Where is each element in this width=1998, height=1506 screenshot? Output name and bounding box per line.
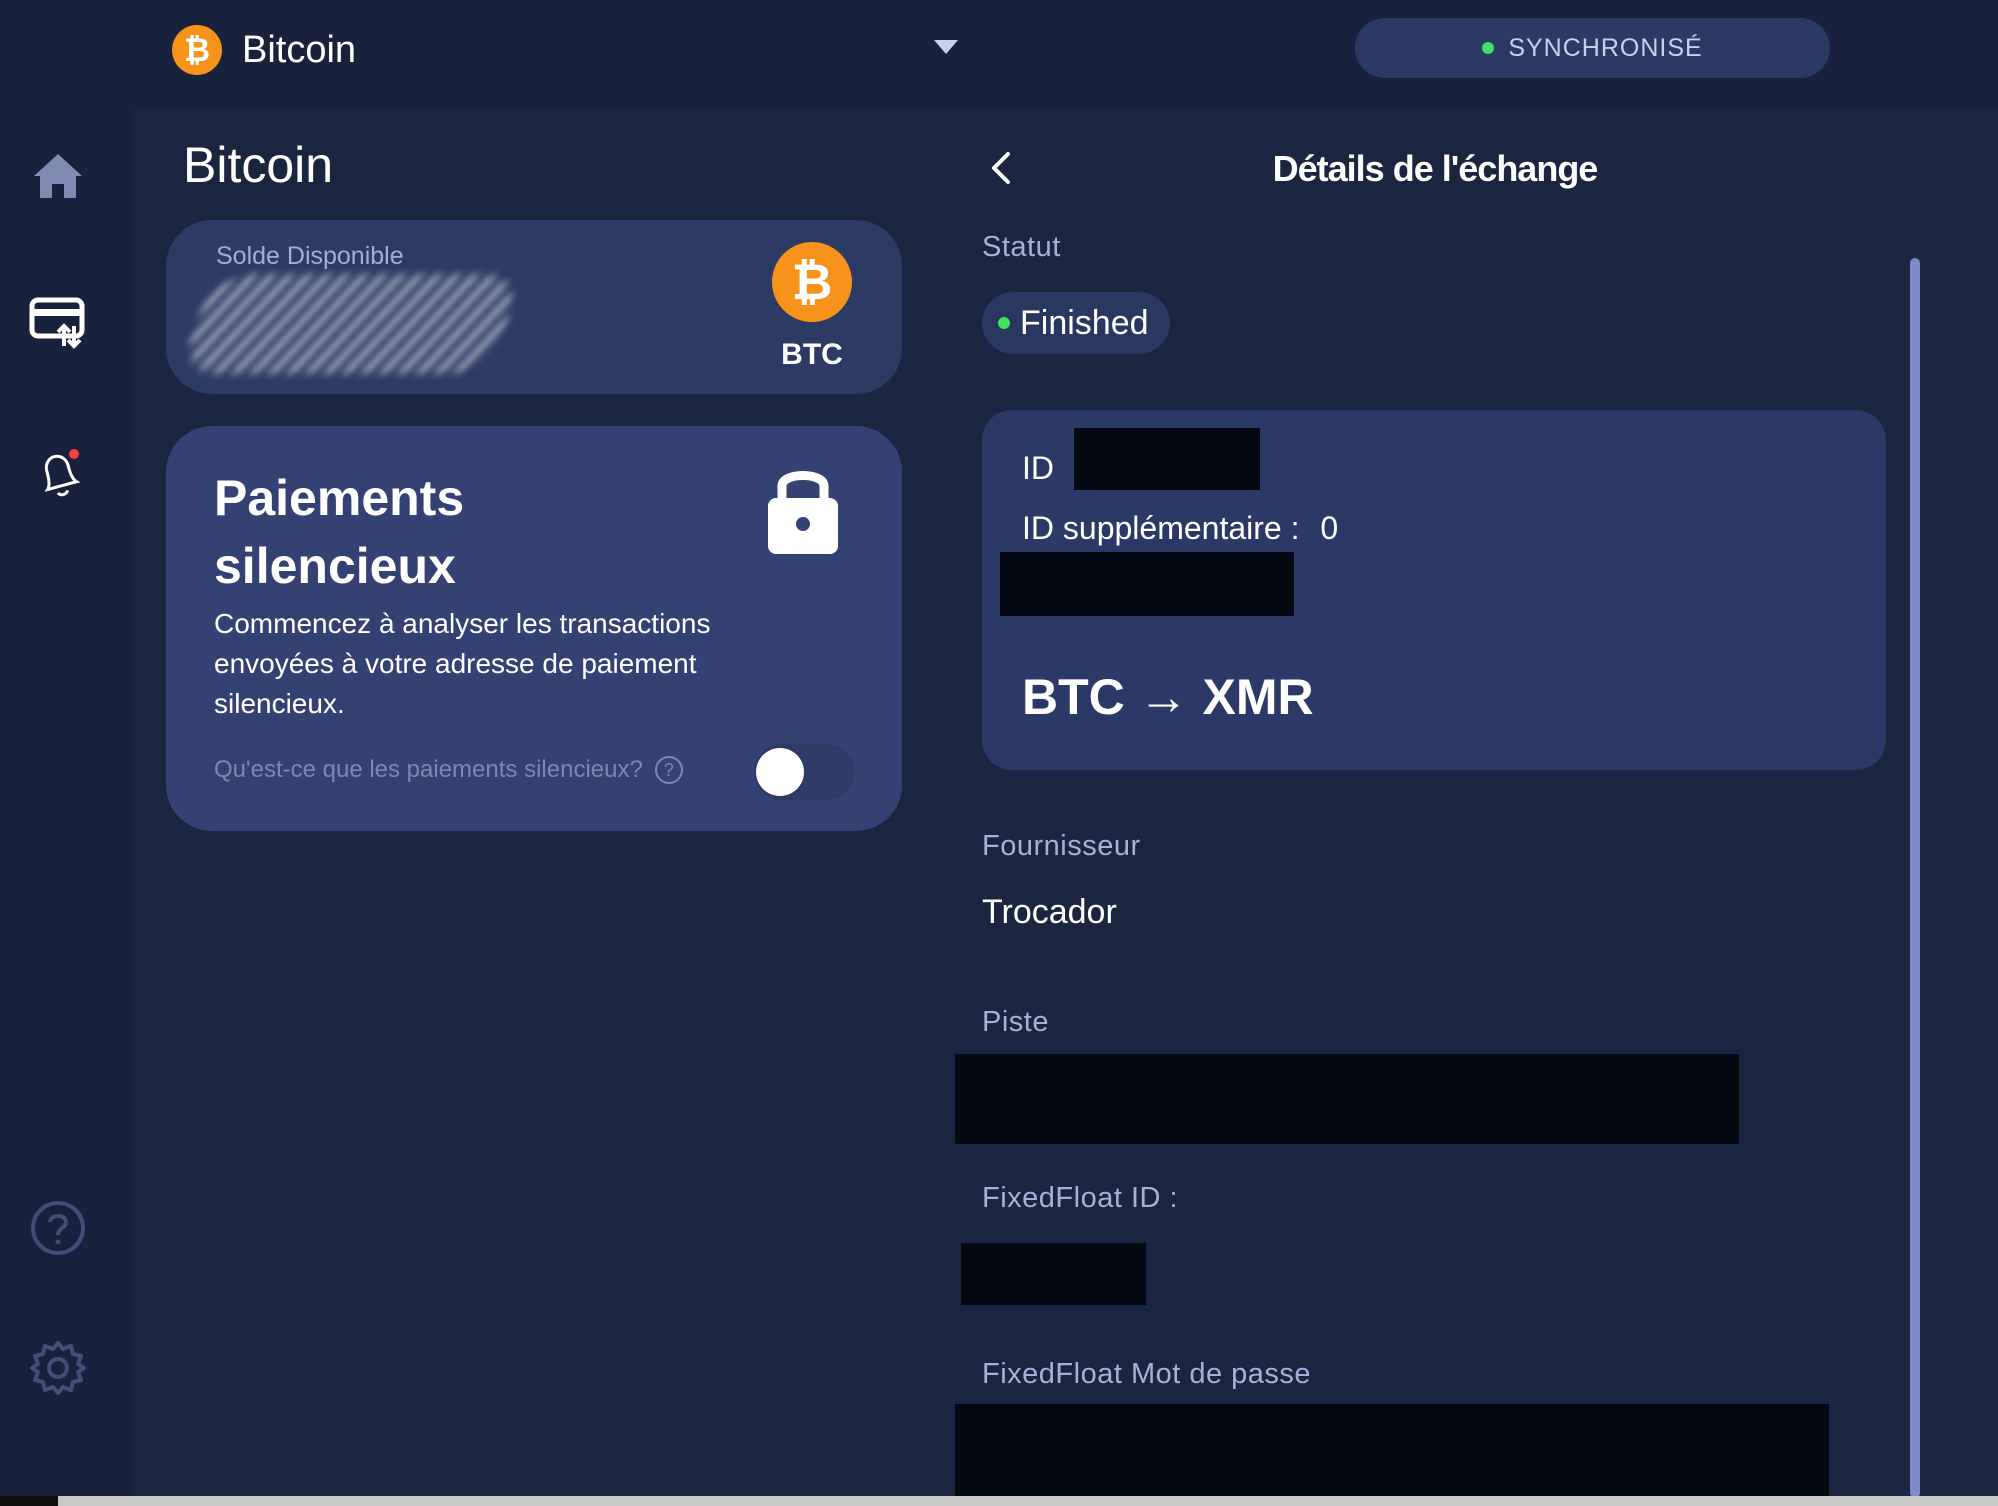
wallet-switcher[interactable]: ₿ Bitcoin (172, 22, 356, 78)
back-chevron-icon[interactable] (986, 148, 1014, 188)
provider-label: Fournisseur (982, 830, 1141, 862)
extra-id-row: ID supplémentaire : 0 (1022, 510, 1338, 547)
status-value: Finished (1020, 303, 1149, 342)
silent-payments-help-link[interactable]: Qu'est-ce que les paiements silencieux? … (214, 756, 683, 784)
bitcoin-logo-icon: ₿ (772, 242, 852, 322)
silent-payments-toggle[interactable] (754, 744, 854, 800)
wallet-name: Bitcoin (242, 28, 357, 71)
id-label: ID (1022, 450, 1054, 486)
gear-icon[interactable] (28, 1338, 88, 1398)
bottom-strip (0, 1496, 1998, 1506)
redacted-id (1074, 428, 1260, 490)
redacted-track-link[interactable] (955, 1054, 1739, 1144)
sync-status-text: SYNCHRONISÉ (1508, 33, 1703, 62)
question-glyph: ? (663, 759, 674, 780)
exchange-pair: BTC → XMR (1022, 669, 1314, 725)
status-badge: Finished (982, 292, 1170, 354)
wallet-transfer-icon[interactable] (28, 292, 88, 352)
fixedfloat-id-label: FixedFloat ID : (982, 1182, 1179, 1214)
coin-ticker: BTC (781, 338, 843, 371)
sync-dot-icon (1482, 42, 1495, 54)
balance-card[interactable]: Solde Disponible ₿ BTC (166, 220, 902, 394)
redacted-fixedfloat-id (961, 1243, 1146, 1305)
sidebar (0, 106, 134, 1506)
chevron-down-icon[interactable] (934, 40, 958, 54)
exchange-id-card[interactable]: ID ID supplémentaire : 0 BTC → XMR (982, 410, 1886, 770)
balance-label: Solde Disponible (216, 242, 404, 270)
top-bar: ₿ Bitcoin SYNCHRONISÉ (0, 0, 1998, 106)
silent-payments-description: Commencez à analyser les transactions en… (214, 608, 711, 719)
question-circle-icon: ? (654, 756, 683, 784)
extra-id-value: 0 (1320, 510, 1339, 546)
app-window: ₿ Bitcoin SYNCHRONISÉ Bitcoin Solde Disp… (0, 0, 1998, 1506)
status-dot-icon (998, 317, 1010, 329)
scrollbar[interactable] (1910, 258, 1920, 1498)
redacted-extra-id (1000, 552, 1294, 616)
bell-icon[interactable] (28, 444, 88, 504)
home-icon[interactable] (28, 146, 88, 206)
status-label: Statut (982, 231, 1061, 263)
redacted-fixedfloat-password (955, 1404, 1829, 1496)
silent-payments-card: Paiements silencieux Commencez à analyse… (166, 426, 902, 831)
bitcoin-logo-icon: ₿ (172, 25, 222, 75)
bitcoin-glyph: ₿ (183, 31, 211, 68)
balance-value-blurred (177, 274, 525, 374)
bitcoin-glyph: ₿ (791, 254, 833, 310)
extra-id-label: ID supplémentaire : (1022, 510, 1300, 546)
help-icon[interactable] (28, 1198, 88, 1258)
exchange-details-title: Détails de l'échange (1272, 148, 1599, 189)
toggle-knob (756, 748, 804, 796)
fixedfloat-password-label: FixedFloat Mot de passe (982, 1358, 1312, 1390)
help-link-text: Qu'est-ce que les paiements silencieux? (214, 756, 643, 783)
page-title: Bitcoin (183, 137, 334, 193)
track-label: Piste (982, 1006, 1049, 1038)
lock-icon (768, 471, 838, 554)
silent-payments-title: Paiements silencieux (214, 470, 465, 594)
provider-value: Trocador (982, 893, 1117, 931)
sync-status-pill[interactable]: SYNCHRONISÉ (1355, 18, 1830, 78)
bottom-strip-dark (0, 1496, 58, 1506)
